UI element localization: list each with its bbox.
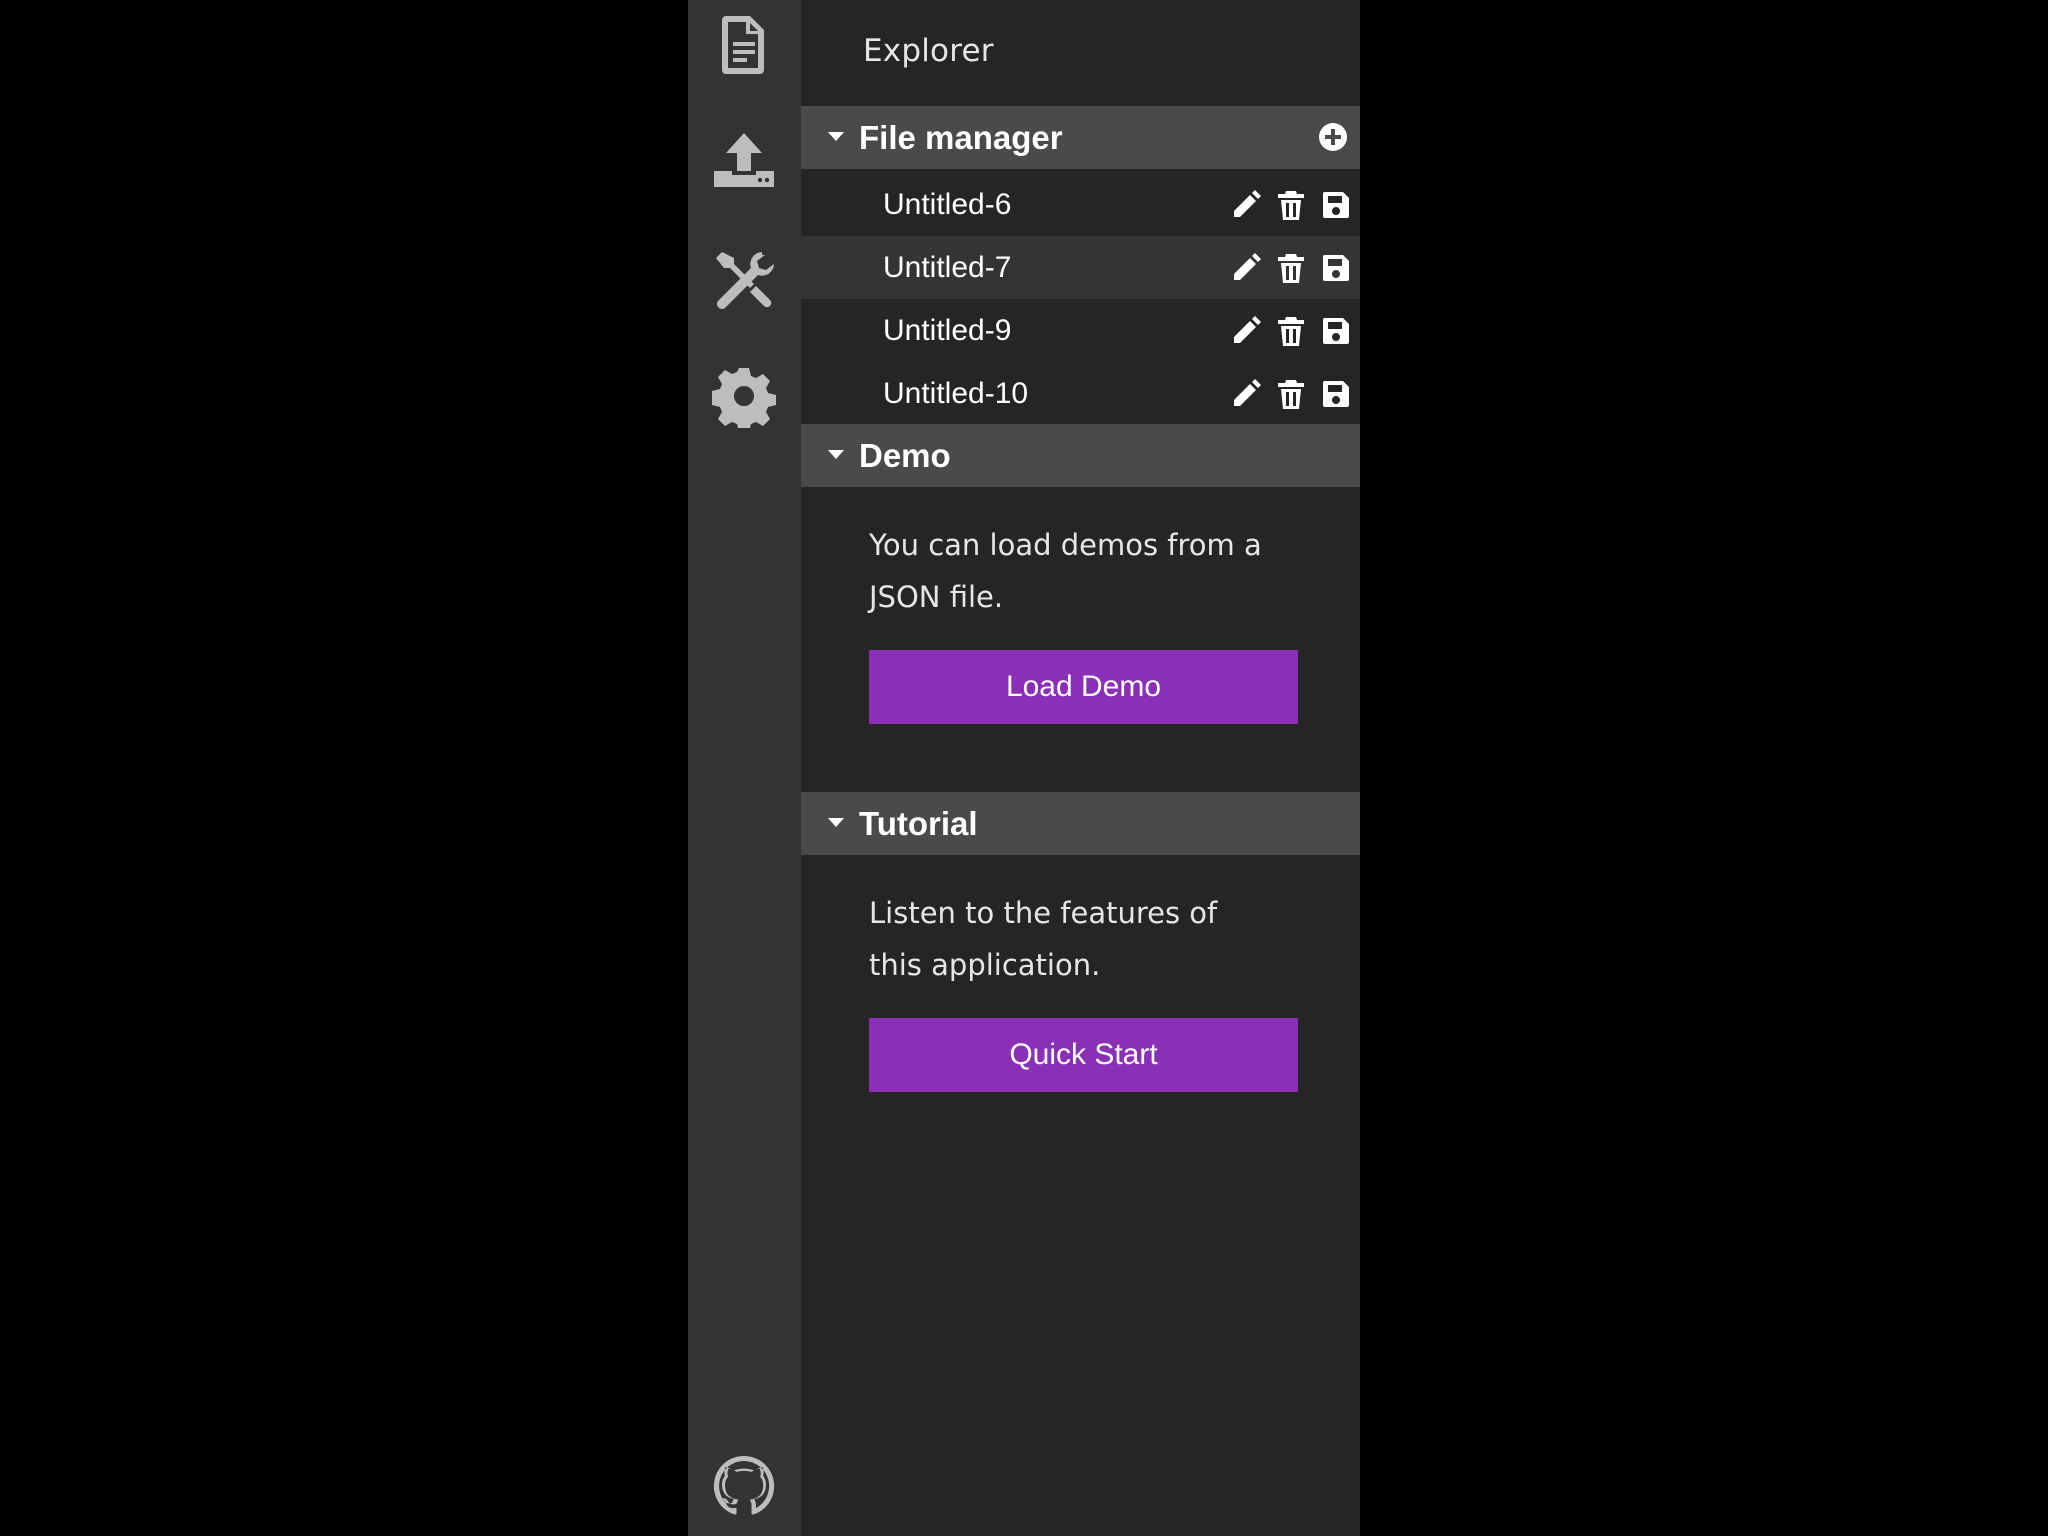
- trash-icon[interactable]: [1275, 189, 1307, 221]
- caret-down-icon: [828, 818, 844, 827]
- github-icon[interactable]: [712, 1454, 776, 1518]
- pencil-icon[interactable]: [1230, 252, 1262, 284]
- demo-description: You can load demos from a JSON file.: [869, 528, 1262, 614]
- file-row[interactable]: Untitled-6: [801, 173, 1360, 236]
- plus-circle-icon[interactable]: [1318, 122, 1348, 152]
- section-header-file-manager[interactable]: File manager: [801, 106, 1360, 169]
- activity-bar: [688, 0, 801, 1536]
- pencil-icon[interactable]: [1230, 378, 1262, 410]
- file-actions: [1230, 252, 1360, 284]
- trash-icon[interactable]: [1275, 315, 1307, 347]
- section-title-demo: Demo: [859, 437, 951, 474]
- sidebar-title: Explorer: [863, 33, 994, 69]
- file-actions: [1230, 189, 1360, 221]
- file-name: Untitled-10: [883, 377, 1029, 410]
- app-window: Explorer File manager Untitled-6 Untitle…: [688, 0, 1360, 1536]
- file-name: Untitled-9: [883, 314, 1012, 347]
- upload-icon-glyph: [714, 133, 774, 187]
- caret-down-icon: [828, 132, 844, 141]
- file-actions: [1230, 315, 1360, 347]
- trash-icon[interactable]: [1275, 252, 1307, 284]
- gear-icon[interactable]: [712, 364, 776, 428]
- section-title-file-manager: File manager: [859, 119, 1063, 156]
- save-icon[interactable]: [1320, 315, 1352, 347]
- tutorial-description: Listen to the features of this applicati…: [869, 896, 1218, 982]
- tools-icon[interactable]: [712, 248, 776, 312]
- github-icon-glyph: [713, 1455, 775, 1515]
- file-actions: [1230, 378, 1360, 410]
- file-row[interactable]: Untitled-9: [801, 299, 1360, 362]
- file-row[interactable]: Untitled-7: [801, 236, 1360, 299]
- section-header-tutorial[interactable]: Tutorial: [801, 792, 1360, 855]
- file-row[interactable]: Untitled-10: [801, 362, 1360, 425]
- gear-icon-glyph: [712, 368, 776, 428]
- section-header-demo[interactable]: Demo: [801, 424, 1360, 487]
- load-demo-button[interactable]: Load Demo: [869, 650, 1298, 724]
- pencil-icon[interactable]: [1230, 189, 1262, 221]
- tools-icon-glyph: [716, 252, 774, 309]
- file-icon-glyph: [722, 16, 764, 74]
- trash-icon[interactable]: [1275, 378, 1307, 410]
- upload-icon[interactable]: [712, 129, 776, 193]
- save-icon[interactable]: [1320, 189, 1352, 221]
- pencil-icon[interactable]: [1230, 315, 1262, 347]
- file-name: Untitled-7: [883, 251, 1012, 284]
- save-icon[interactable]: [1320, 378, 1352, 410]
- save-icon[interactable]: [1320, 252, 1352, 284]
- explorer-sidebar: Explorer File manager Untitled-6 Untitle…: [801, 0, 1360, 1536]
- caret-down-icon: [828, 450, 844, 459]
- file-name: Untitled-6: [883, 188, 1012, 221]
- quick-start-button[interactable]: Quick Start: [869, 1018, 1298, 1092]
- file-icon[interactable]: [712, 12, 776, 76]
- section-title-tutorial: Tutorial: [859, 805, 978, 842]
